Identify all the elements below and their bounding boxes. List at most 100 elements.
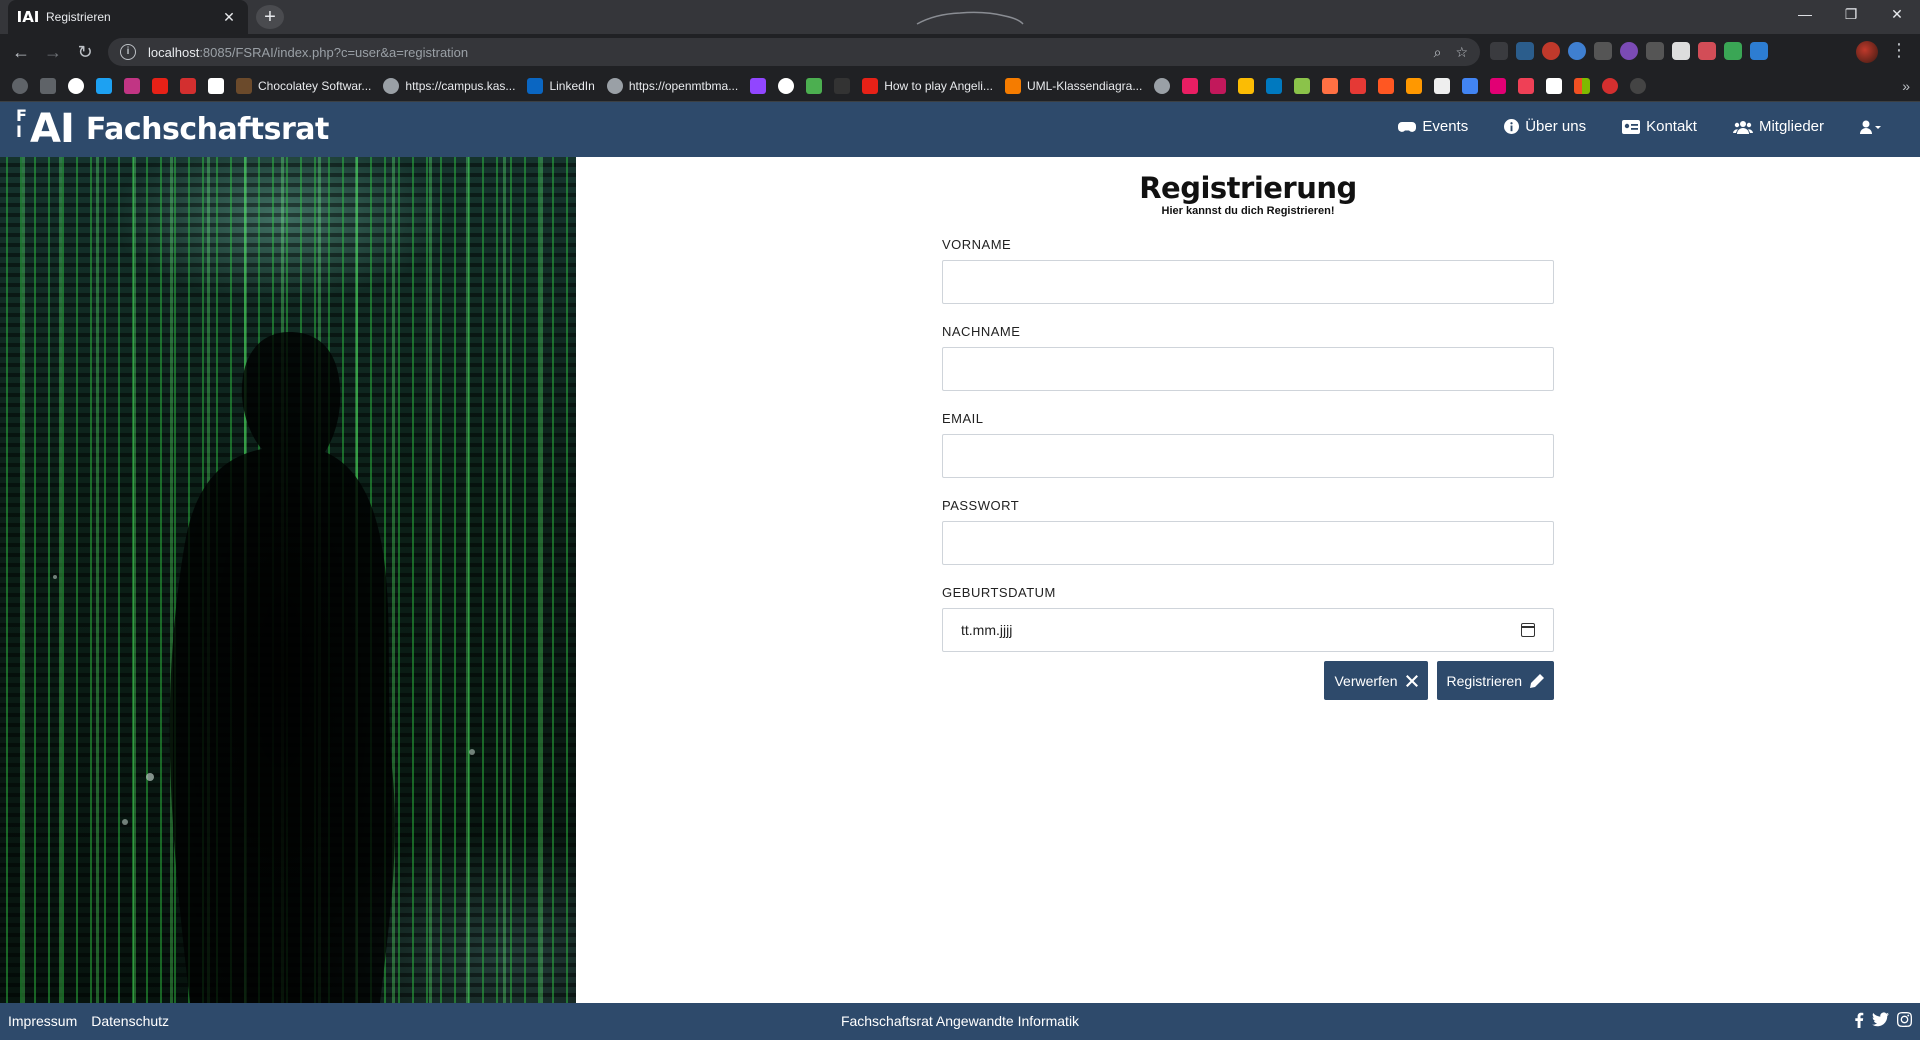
bookmark-telekom-icon[interactable] <box>1490 77 1507 94</box>
nachname-input[interactable] <box>942 347 1554 391</box>
nav-about[interactable]: Über uns <box>1504 118 1586 135</box>
extension-icon[interactable] <box>1750 42 1768 60</box>
bookmark-icon[interactable] <box>1378 77 1395 94</box>
bookmark-drive-icon[interactable] <box>1238 77 1255 94</box>
bookmark-icon[interactable] <box>1602 77 1619 94</box>
field-passwort: PASSWORT <box>942 498 1554 565</box>
site-info-icon[interactable]: i <box>120 44 136 60</box>
page-subtitle: Hier kannst du dich Registrieren! <box>1161 205 1335 217</box>
geburtsdatum-input[interactable]: tt.mm.jjjj <box>942 608 1554 652</box>
register-button[interactable]: Registrieren <box>1436 661 1554 700</box>
bookmark-github-icon[interactable] <box>778 77 795 94</box>
bookmark-icon[interactable] <box>180 77 196 94</box>
impressum-link[interactable]: Impressum <box>8 1013 77 1029</box>
bookmarks-overflow-icon[interactable]: » <box>1902 78 1910 94</box>
theme-car-icon <box>916 11 1024 25</box>
main-nav: Events Über uns Kontakt Mitglieder <box>1398 118 1882 135</box>
extension-icon[interactable] <box>1672 42 1690 60</box>
bookmark-amazon-icon[interactable] <box>208 77 224 94</box>
extension-icon[interactable] <box>1698 42 1716 60</box>
bookmark-icon[interactable] <box>1546 77 1563 94</box>
bookmark-icon[interactable] <box>1210 77 1227 94</box>
window-close-button[interactable]: ✕ <box>1874 0 1920 30</box>
bookmark-twitch-icon[interactable] <box>750 77 767 94</box>
bookmark-openmtb[interactable]: https://openmtbma... <box>606 77 738 94</box>
bookmark-history-icon[interactable] <box>12 77 28 94</box>
bookmark-trello-icon[interactable] <box>1266 77 1283 94</box>
nav-members[interactable]: Mitglieder <box>1732 118 1824 135</box>
extension-icon[interactable] <box>1490 42 1508 60</box>
window-minimize-button[interactable]: — <box>1782 0 1828 30</box>
bookmark-icon[interactable] <box>1350 77 1367 94</box>
bookmark-angeli[interactable]: How to play Angeli... <box>862 77 993 94</box>
browser-tab[interactable]: IAI Registrieren ✕ <box>8 0 248 34</box>
bookmark-icon[interactable] <box>1630 77 1647 94</box>
browser-tabstrip: IAI Registrieren ✕ + — ❐ ✕ <box>0 0 1920 34</box>
extension-icon[interactable] <box>1568 42 1586 60</box>
bookmark-google-icon[interactable] <box>68 77 84 94</box>
bookmark-uml[interactable]: UML-Klassendiagra... <box>1004 77 1142 94</box>
field-vorname: VORNAME <box>942 237 1554 304</box>
discard-button[interactable]: Verwerfen <box>1324 661 1428 700</box>
zoom-icon[interactable]: ⌕ <box>1434 44 1442 61</box>
extension-icon[interactable] <box>1620 42 1638 60</box>
twitter-icon[interactable] <box>1872 1012 1889 1027</box>
site-header: FI AI Fachschaftsrat Events Über uns Kont… <box>0 102 1920 157</box>
window-restore-button[interactable]: ❐ <box>1828 0 1874 30</box>
bookmark-icon[interactable] <box>1406 77 1423 94</box>
vorname-input[interactable] <box>942 260 1554 304</box>
site-favicon: IAI <box>16 8 40 26</box>
form-actions: Verwerfen Registrieren <box>942 661 1554 700</box>
bookmark-download-icon[interactable] <box>40 77 56 94</box>
bookmark-icon[interactable] <box>1154 77 1171 94</box>
datenschutz-link[interactable]: Datenschutz <box>91 1013 169 1029</box>
adblock-icon[interactable] <box>1542 42 1560 60</box>
instagram-icon[interactable] <box>1897 1012 1912 1027</box>
back-icon[interactable]: ← <box>8 40 34 64</box>
extension-icon[interactable] <box>1594 42 1612 60</box>
new-tab-button[interactable]: + <box>256 5 284 29</box>
bookmark-icon[interactable] <box>1294 77 1311 94</box>
bookmark-campus[interactable]: https://campus.kas... <box>383 77 515 94</box>
field-nachname: NACHNAME <box>942 324 1554 391</box>
bookmark-icon[interactable] <box>1462 77 1479 94</box>
bookmark-icon[interactable] <box>1182 77 1199 94</box>
bookmark-star-icon[interactable]: ☆ <box>1455 44 1468 61</box>
bookmark-icon[interactable] <box>1434 77 1451 94</box>
extension-icon[interactable] <box>1724 42 1742 60</box>
url-text[interactable]: localhost:8085/FSRAI/index.php?c=user&a=… <box>148 45 1420 60</box>
footer-links: Impressum Datenschutz <box>8 1013 169 1029</box>
forward-icon[interactable]: → <box>40 40 66 64</box>
site-footer: Fachschaftsrat Angewandte Informatik Imp… <box>0 1003 1920 1040</box>
fai-logo-mark: FI AI <box>16 106 75 152</box>
bookmark-instagram-icon[interactable] <box>124 77 140 94</box>
site-logo[interactable]: FI AI Fachschaftsrat <box>16 106 329 152</box>
info-circle-icon <box>1504 119 1520 134</box>
nav-events[interactable]: Events <box>1398 118 1468 135</box>
bookmark-icon[interactable] <box>834 77 851 94</box>
bookmark-youtube-icon[interactable] <box>152 77 168 94</box>
address-bar[interactable]: i localhost:8085/FSRAI/index.php?c=user&… <box>108 38 1480 66</box>
bookmark-chocolatey[interactable]: Chocolatey Softwar... <box>236 77 371 94</box>
bookmark-icon[interactable] <box>1322 77 1339 94</box>
users-icon <box>1732 120 1753 134</box>
bookmark-pocket-icon[interactable] <box>1518 77 1535 94</box>
extension-icon[interactable] <box>1516 42 1534 60</box>
reload-icon[interactable]: ↻ <box>72 40 98 64</box>
calendar-icon[interactable] <box>1521 623 1535 637</box>
bookmark-linkedin[interactable]: LinkedIn <box>527 77 595 94</box>
bookmark-twitter-icon[interactable] <box>96 77 112 94</box>
pocket-icon[interactable] <box>1646 42 1664 60</box>
bookmark-microsoft-icon[interactable] <box>1574 77 1591 94</box>
tab-close-icon[interactable]: ✕ <box>220 9 238 26</box>
bookmark-icon[interactable] <box>806 77 823 94</box>
nachname-label: NACHNAME <box>942 324 1021 339</box>
nav-contact[interactable]: Kontakt <box>1622 118 1697 135</box>
facebook-icon[interactable] <box>1854 1012 1864 1028</box>
footer-center-text: Fachschaftsrat Angewandte Informatik <box>840 1013 1080 1029</box>
email-input[interactable] <box>942 434 1554 478</box>
user-menu-dropdown[interactable] <box>1860 118 1882 135</box>
profile-avatar[interactable] <box>1856 41 1878 63</box>
passwort-input[interactable] <box>942 521 1554 565</box>
browser-menu-icon[interactable]: ⋮ <box>1890 40 1908 61</box>
